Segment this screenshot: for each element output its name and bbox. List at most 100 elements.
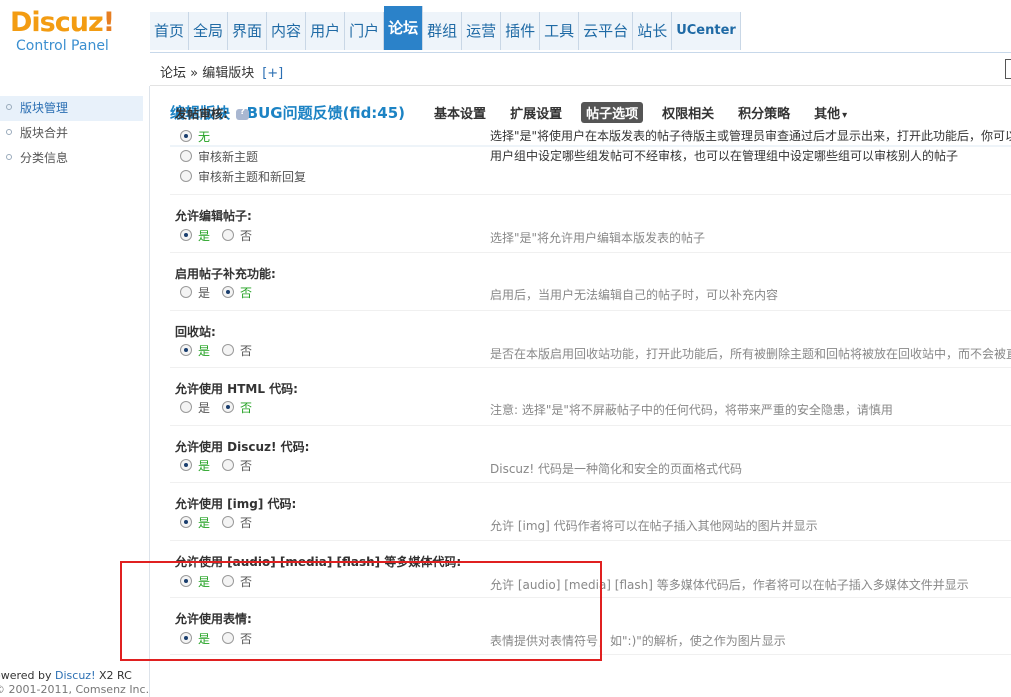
topnav-item[interactable]: 首页 [150, 12, 190, 50]
radio-option[interactable]: 否 [222, 397, 252, 417]
radio-label: 否 [240, 400, 253, 415]
radio-group: 是否 [180, 225, 264, 245]
sidebar-footer: owered by Discuz! X2 RC © 2001-2011, Com… [0, 669, 149, 697]
radio-option[interactable]: 否 [222, 340, 252, 360]
radio-option[interactable]: 无 [180, 126, 306, 146]
sidebar-item[interactable]: 版块合并 [0, 121, 143, 146]
radio-button[interactable] [222, 344, 235, 356]
radio-label: 是 [198, 228, 211, 243]
sidebar-item[interactable]: 分类信息 [0, 146, 143, 171]
setting-row: 发帖审核: 无审核新主题审核新主题和新回复 选择"是"将使用户在本版发表的帖子待版主… [170, 93, 1011, 195]
radio-option[interactable]: 是 [180, 455, 210, 475]
setting-label: 允许编辑帖子: [175, 207, 252, 224]
radio-button[interactable] [180, 130, 192, 142]
breadcrumb-text: 论坛 » 编辑版块 [160, 66, 255, 81]
radio-label: 审核新主题和新回复 [198, 169, 307, 184]
sidebar-item-label: 版块合并 [20, 126, 69, 140]
setting-row: 启用帖子补充功能: 是否启用后，当用户无法编辑自己的帖子时，可以补充内容 [170, 253, 1011, 311]
radio-label: 是 [198, 515, 211, 530]
sidebar-item[interactable]: 版块管理 [0, 96, 143, 121]
radio-button[interactable] [180, 516, 192, 528]
topnav-item[interactable]: 群组 [423, 12, 463, 50]
radio-button[interactable] [180, 401, 192, 413]
radio-group: 是否 [180, 455, 264, 475]
topnav-item[interactable]: 论坛 [384, 6, 424, 50]
radio-button[interactable] [222, 516, 235, 528]
radio-button[interactable] [222, 286, 235, 298]
setting-label-text: 允许使用 HTML 代码: [175, 382, 298, 396]
setting-label-text: 允许使用 [img] 代码: [175, 497, 297, 511]
setting-label-text: 允许使用 Discuz! 代码: [175, 440, 310, 454]
radio-group: 无审核新主题审核新主题和新回复 [180, 126, 318, 186]
setting-row: 允许使用 HTML 代码: 是否注意: 选择"是"将不屏蔽帖子中的任何代码，将带来… [170, 368, 1011, 426]
help-icon[interactable] [235, 107, 249, 120]
radio-button[interactable] [180, 286, 192, 298]
radio-label: 是 [198, 285, 211, 300]
radio-label: 否 [240, 458, 253, 473]
radio-option[interactable]: 是 [180, 512, 210, 532]
breadcrumb: 论坛 » 编辑版块 [+] [160, 62, 283, 81]
topnav-item[interactable]: 插件 [501, 12, 541, 50]
topnav-item[interactable]: 用户 [306, 12, 346, 50]
radio-group: 是否 [180, 282, 264, 302]
logo-brand: Discuz [10, 7, 104, 38]
radio-button[interactable] [222, 459, 235, 471]
setting-description: 是否在本版启用回收站功能，打开此功能后，所有被删除主题和回帖将被放在回收站中，而… [490, 347, 1011, 361]
breadcrumb-expand-button[interactable]: [+] [262, 66, 283, 81]
radio-button[interactable] [180, 344, 192, 356]
discuz-logo[interactable]: Discuz! Control Panel [10, 8, 150, 58]
sidebar-menu: 版块管理版块合并分类信息 [0, 96, 143, 171]
radio-label: 是 [198, 458, 211, 473]
radio-option[interactable]: 审核新主题和新回复 [180, 166, 306, 186]
radio-option[interactable]: 审核新主题 [180, 146, 306, 166]
footer-version: X2 RC [95, 669, 132, 682]
radio-button[interactable] [222, 401, 235, 413]
radio-button[interactable] [180, 459, 192, 471]
topnav-item[interactable]: 全局 [189, 12, 229, 50]
radio-label: 否 [240, 515, 253, 530]
radio-button[interactable] [222, 229, 235, 241]
breadcrumb-bar: 论坛 » 编辑版块 [+] [150, 52, 1011, 86]
radio-label: 无 [198, 129, 211, 144]
setting-description: 允许 [img] 代码作者将可以在帖子插入其他网站的图片并显示 [490, 519, 818, 533]
bullet-icon [6, 129, 12, 135]
setting-row: 允许使用 [img] 代码: 是 否 允许 [img] 代码作者将可以在帖子插入其他网… [170, 483, 1011, 541]
setting-label: 允许使用 HTML 代码: [175, 380, 298, 397]
topnav-item[interactable]: UCenter [672, 12, 741, 50]
footer-powered-text: owered by [0, 669, 56, 682]
search-box-edge[interactable] [1005, 59, 1011, 79]
radio-button[interactable] [180, 150, 192, 162]
topnav-item[interactable]: 运营 [462, 12, 502, 50]
radio-option[interactable]: 否 [222, 455, 252, 475]
topnav-item[interactable]: 站长 [633, 12, 673, 50]
setting-description: 选择"是"将使用户在本版发表的帖子待版主或管理员审查通过后才显示出来，打开此功能… [490, 129, 1011, 163]
radio-option[interactable]: 是 [180, 340, 210, 360]
radio-group: 是否 [180, 340, 264, 360]
setting-label-text: 允许编辑帖子: [175, 209, 252, 223]
setting-label: 回收站: [175, 323, 216, 340]
radio-option[interactable]: 是 [180, 282, 210, 302]
radio-label: 审核新主题 [198, 149, 259, 164]
radio-option[interactable]: 是 [180, 397, 210, 417]
radio-option[interactable]: 是 [180, 225, 210, 245]
logo-subtitle: Control Panel [16, 38, 109, 54]
topnav-item[interactable]: 界面 [228, 12, 268, 50]
radio-option[interactable]: 否 [222, 512, 252, 532]
radio-button[interactable] [180, 170, 192, 182]
radio-option[interactable]: 否 [222, 225, 252, 245]
topnav-item[interactable]: 云平台 [579, 12, 634, 50]
topnav-item[interactable]: 内容 [267, 12, 307, 50]
radio-option[interactable]: 否 [222, 282, 252, 302]
sidebar-item-label: 版块管理 [20, 101, 69, 115]
radio-label: 否 [240, 285, 253, 300]
setting-label: 启用帖子补充功能: [175, 265, 276, 282]
radio-button[interactable] [180, 229, 192, 241]
setting-label: 发帖审核: [175, 105, 249, 122]
bullet-icon [6, 104, 12, 110]
radio-label: 是 [198, 400, 211, 415]
setting-label: 允许使用 [img] 代码: [175, 495, 296, 512]
topnav-item[interactable]: 工具 [540, 12, 580, 50]
setting-description: 选择"是"将允许用户编辑本版发表的帖子 [490, 231, 706, 245]
topnav-item[interactable]: 门户 [345, 12, 385, 50]
footer-discuz-link[interactable]: Discuz! [55, 669, 95, 682]
